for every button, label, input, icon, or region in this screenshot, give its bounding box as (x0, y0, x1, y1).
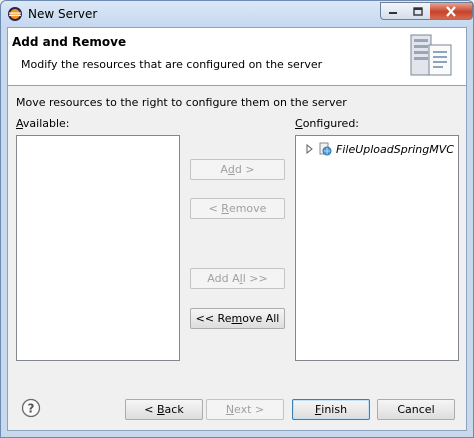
available-label-rest: vailable: (22, 117, 70, 130)
remove-all-button[interactable]: << Re m ove All (190, 308, 285, 329)
back-label-pre: < (144, 403, 157, 416)
eclipse-icon (8, 7, 22, 21)
configured-list[interactable]: FileUploadSpringMVC (295, 135, 459, 361)
available-list[interactable] (16, 135, 180, 361)
close-button[interactable] (430, 2, 473, 20)
finish-label-post: inish (321, 403, 348, 416)
configured-label-mnemonic: C (295, 117, 303, 130)
minimize-button[interactable] (380, 2, 406, 20)
back-label-post: ack (164, 403, 184, 416)
close-icon (446, 5, 456, 17)
add-all-label-post: l >> (242, 272, 268, 285)
cancel-button[interactable]: Cancel (377, 399, 455, 420)
add-all-label-pre: Add A (207, 272, 240, 285)
add-label-post: d > (234, 163, 255, 176)
web-project-icon (319, 142, 332, 156)
page-title: Add and Remove (12, 35, 127, 49)
window-title: New Server (28, 7, 98, 21)
next-label-mnemonic: N (225, 403, 235, 416)
remove-all-label-mnemonic: m (231, 312, 243, 325)
configured-label: Configured: (295, 117, 359, 130)
project-label: FileUploadSpringMVC (336, 142, 454, 156)
back-label-mnemonic: B (157, 403, 165, 416)
svg-text:?: ? (28, 402, 35, 416)
add-button[interactable]: Add > (190, 159, 285, 180)
help-icon[interactable]: ? (21, 398, 41, 418)
cancel-label: Cancel (397, 403, 435, 416)
tree-expand-icon[interactable] (304, 144, 314, 154)
maximize-icon (412, 6, 423, 16)
wizard-header: Add and Remove Modify the resources that… (8, 28, 466, 86)
list-item[interactable]: FileUploadSpringMVC (304, 142, 454, 156)
next-label-post: ext > (234, 403, 265, 416)
server-wizard-icon (410, 34, 452, 76)
next-button[interactable]: Next > (206, 399, 284, 420)
dialog-client: Add and Remove Modify the resources that… (7, 27, 467, 431)
title-bar[interactable]: New Server (1, 1, 473, 27)
add-label-pre: A (220, 163, 228, 176)
add-label-mnemonic: d (227, 163, 235, 176)
remove-label-post: emove (228, 202, 267, 215)
back-button[interactable]: < Back (125, 399, 203, 420)
configured-label-rest: onfigured: (302, 117, 360, 130)
remove-label-pre: < (208, 202, 222, 215)
remove-label-mnemonic: R (221, 202, 229, 215)
page-description: Modify the resources that are configured… (21, 58, 323, 71)
remove-all-label-pre: << Re (195, 312, 232, 325)
available-label: Available: (16, 117, 70, 130)
remove-button[interactable]: < Remove (190, 198, 285, 219)
add-all-button[interactable]: Add All >> (190, 268, 285, 289)
minimize-icon (389, 12, 397, 14)
finish-button[interactable]: Finish (292, 399, 370, 420)
instruction-text: Move resources to the right to configure… (16, 96, 347, 109)
remove-all-label-post: ove All (242, 312, 280, 325)
maximize-button[interactable] (405, 2, 431, 20)
available-label-mnemonic: A (16, 117, 23, 130)
